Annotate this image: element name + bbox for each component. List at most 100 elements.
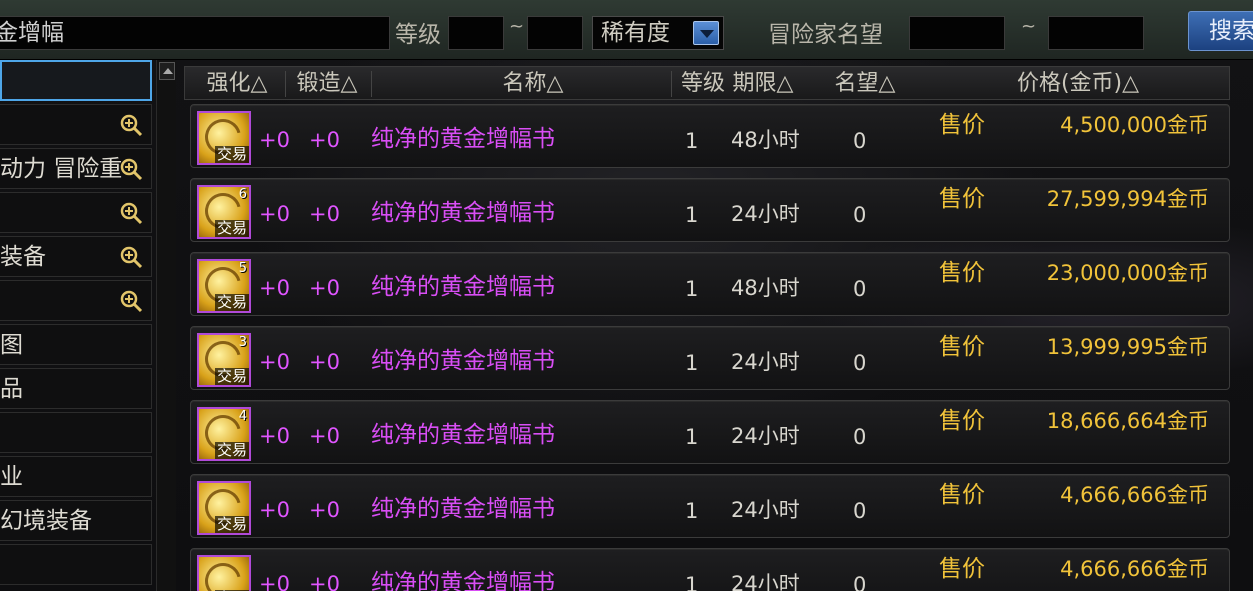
price-value: 4,666,666金币 xyxy=(1060,483,1209,507)
item-name[interactable]: 纯净的黄金增幅书 xyxy=(371,496,555,522)
golden-amplification-book-icon[interactable]: 4 交易 xyxy=(197,407,251,461)
item-name[interactable]: 纯净的黄金增幅书 xyxy=(371,348,555,374)
keyword-value: 金增幅 xyxy=(0,20,64,46)
sidebar-scrollbar[interactable] xyxy=(156,60,176,591)
category-item[interactable]: 动力 冒险重 xyxy=(0,148,152,189)
category-item[interactable]: 图 xyxy=(0,324,152,365)
table-row[interactable]: 3 交易 +0 +0 纯净的黄金增幅书 1 24小时 0 售价 13,999,9… xyxy=(190,326,1230,390)
category-item[interactable] xyxy=(0,104,152,145)
stack-count: 5 xyxy=(238,261,247,276)
magnifier-plus-icon[interactable] xyxy=(119,289,143,313)
category-item[interactable]: 幻境装备 xyxy=(0,500,152,541)
forge-value: +0 xyxy=(309,276,340,300)
item-name[interactable]: 纯净的黄金增幅书 xyxy=(371,126,555,152)
filter-bar: 金增幅 等级 ~ 稀有度 冒险家名望 ~ 搜索 xyxy=(0,0,1253,60)
item-name[interactable]: 纯净的黄金增幅书 xyxy=(371,570,555,591)
sale-label: 售价 xyxy=(939,334,985,360)
reinforce-value: +0 xyxy=(259,128,290,152)
table-row[interactable]: 交易 +0 +0 纯净的黄金增幅书 1 24小时 0 售价 4,666,666金… xyxy=(190,474,1230,538)
category-item[interactable] xyxy=(0,192,152,233)
reinforce-value: +0 xyxy=(259,202,290,226)
fame-value: 0 xyxy=(853,573,867,591)
golden-amplification-book-icon[interactable]: 交易 xyxy=(197,555,251,591)
column-duration[interactable]: 期限△ xyxy=(725,67,801,101)
column-divider xyxy=(285,71,286,97)
sale-label: 售价 xyxy=(939,556,985,582)
column-price[interactable]: 价格(金币)△ xyxy=(1003,67,1153,101)
scroll-up-icon[interactable] xyxy=(159,62,175,80)
column-forge[interactable]: 锻造△ xyxy=(287,67,367,101)
category-item[interactable] xyxy=(0,280,152,321)
category-item[interactable]: 装备 xyxy=(0,236,152,277)
stack-count: 6 xyxy=(238,187,247,202)
category-label: 动力 冒险重 xyxy=(0,156,123,182)
fame-min-input[interactable] xyxy=(909,16,1005,50)
category-item[interactable] xyxy=(0,412,152,453)
search-button[interactable]: 搜索 xyxy=(1188,11,1253,51)
duration-value: 24小时 xyxy=(731,202,800,226)
column-fame[interactable]: 名望△ xyxy=(825,67,905,101)
golden-amplification-book-icon[interactable]: 交易 xyxy=(197,111,251,165)
table-row[interactable]: 交易 +0 +0 纯净的黄金增幅书 1 24小时 0 售价 4,666,666金… xyxy=(190,548,1230,591)
duration-value: 48小时 xyxy=(731,128,800,152)
forge-value: +0 xyxy=(309,350,340,374)
sale-label: 售价 xyxy=(939,482,985,508)
table-row[interactable]: 6 交易 +0 +0 纯净的黄金增幅书 1 24小时 0 售价 27,599,9… xyxy=(190,178,1230,242)
trade-badge: 交易 xyxy=(214,367,249,385)
golden-amplification-book-icon[interactable]: 交易 xyxy=(197,481,251,535)
duration-value: 24小时 xyxy=(731,572,800,591)
level-min-input[interactable] xyxy=(448,16,504,50)
keyword-input[interactable]: 金增幅 xyxy=(0,16,390,50)
fame-range-separator: ~ xyxy=(1021,16,1037,37)
category-item[interactable] xyxy=(0,544,152,585)
fame-value: 0 xyxy=(853,129,867,153)
fame-value: 0 xyxy=(853,203,867,227)
item-name[interactable]: 纯净的黄金增幅书 xyxy=(371,200,555,226)
rarity-dropdown[interactable]: 稀有度 xyxy=(592,16,724,50)
reinforce-value: +0 xyxy=(259,498,290,522)
magnifier-plus-icon[interactable] xyxy=(119,157,143,181)
column-name[interactable]: 名称△ xyxy=(473,67,593,101)
level-value: 1 xyxy=(685,573,699,591)
magnifier-plus-icon[interactable] xyxy=(119,113,143,137)
golden-amplification-book-icon[interactable]: 5 交易 xyxy=(197,259,251,313)
level-value: 1 xyxy=(685,425,699,449)
golden-amplification-book-icon[interactable]: 6 交易 xyxy=(197,185,251,239)
forge-value: +0 xyxy=(309,498,340,522)
table-row[interactable]: 4 交易 +0 +0 纯净的黄金增幅书 1 24小时 0 售价 18,666,6… xyxy=(190,400,1230,464)
category-item[interactable]: 业 xyxy=(0,456,152,497)
stack-count: 4 xyxy=(238,409,247,424)
forge-value: +0 xyxy=(309,202,340,226)
sale-label: 售价 xyxy=(939,186,985,212)
golden-amplification-book-icon[interactable]: 3 交易 xyxy=(197,333,251,387)
reinforce-value: +0 xyxy=(259,424,290,448)
fame-value: 0 xyxy=(853,351,867,375)
category-label: 幻境装备 xyxy=(0,508,92,534)
fame-value: 0 xyxy=(853,499,867,523)
price-value: 23,000,000金币 xyxy=(1046,261,1209,285)
level-max-input[interactable] xyxy=(527,16,583,50)
category-sidebar: 动力 冒险重 装备 图 品 业 幻境装备 xyxy=(0,60,152,591)
sale-label: 售价 xyxy=(939,408,985,434)
forge-value: +0 xyxy=(309,572,340,591)
magnifier-plus-icon[interactable] xyxy=(119,201,143,225)
forge-value: +0 xyxy=(309,128,340,152)
trade-badge: 交易 xyxy=(214,145,249,163)
duration-value: 48小时 xyxy=(731,276,800,300)
column-level[interactable]: 等级 xyxy=(675,67,731,101)
item-name[interactable]: 纯净的黄金增幅书 xyxy=(371,422,555,448)
table-row[interactable]: 5 交易 +0 +0 纯净的黄金增幅书 1 48小时 0 售价 23,000,0… xyxy=(190,252,1230,316)
chevron-down-icon[interactable] xyxy=(693,21,719,45)
table-header: 强化△ 锻造△ 名称△ 等级 期限△ 名望△ 价格(金币)△ xyxy=(184,66,1230,100)
item-name[interactable]: 纯净的黄金增幅书 xyxy=(371,274,555,300)
forge-value: +0 xyxy=(309,424,340,448)
fame-max-input[interactable] xyxy=(1048,16,1144,50)
price-value: 4,500,000金币 xyxy=(1060,113,1209,137)
table-row[interactable]: 交易 +0 +0 纯净的黄金增幅书 1 48小时 0 售价 4,500,000金… xyxy=(190,104,1230,168)
category-label: 图 xyxy=(0,332,23,358)
column-reinforce[interactable]: 强化△ xyxy=(197,67,277,101)
magnifier-plus-icon[interactable] xyxy=(119,245,143,269)
duration-value: 24小时 xyxy=(731,424,800,448)
category-item[interactable] xyxy=(0,60,152,101)
category-item[interactable]: 品 xyxy=(0,368,152,409)
